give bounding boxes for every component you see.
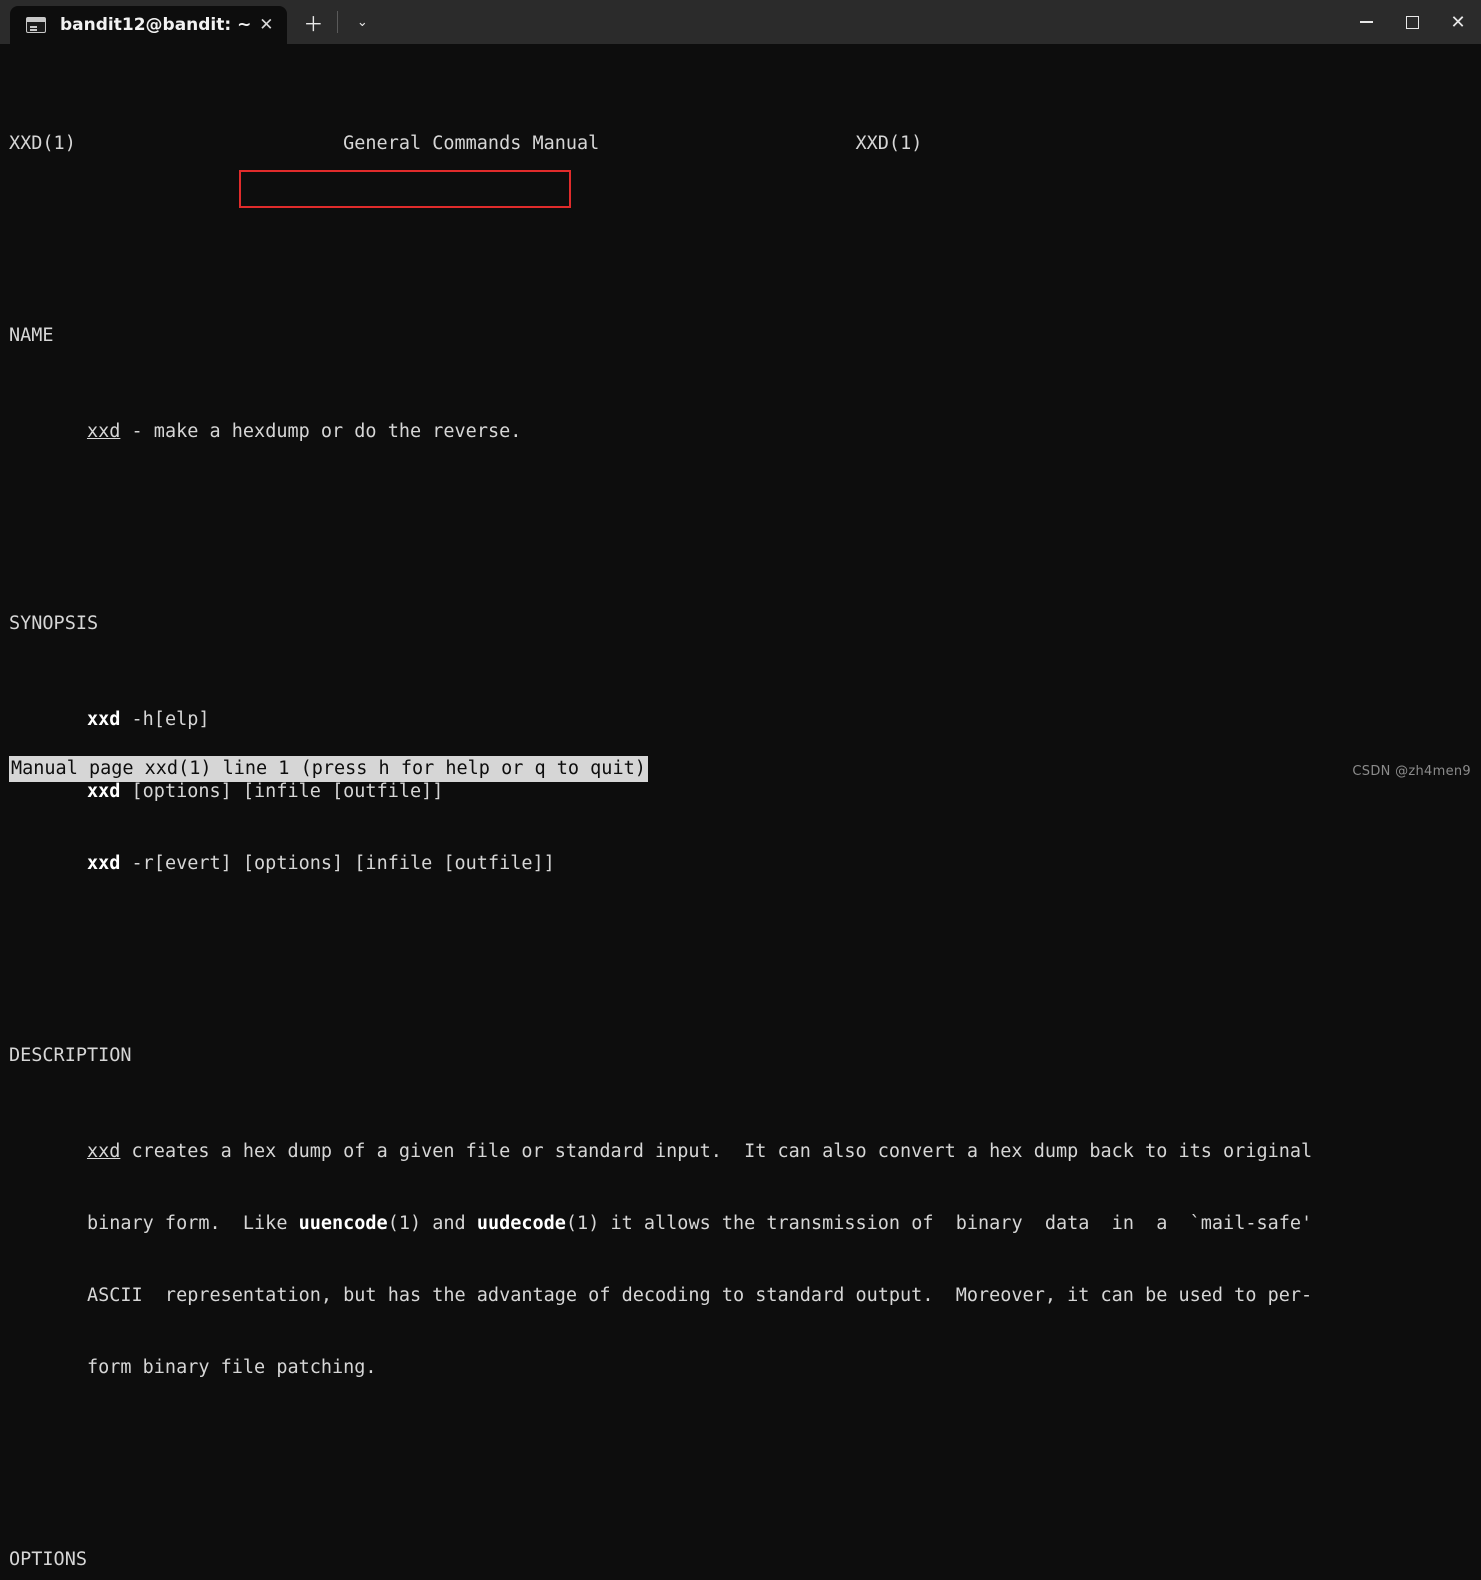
new-tab-icon[interactable]: ＋ xyxy=(295,4,331,40)
section-heading-description: DESCRIPTION xyxy=(9,1045,132,1066)
man-header-left: XXD(1) xyxy=(9,133,76,154)
section-heading-name: NAME xyxy=(9,325,54,346)
description-line: xxd creates a hex dump of a given file o… xyxy=(9,1140,1323,1164)
description-text: form binary file patching. xyxy=(86,1357,377,1378)
section-heading-options: OPTIONS xyxy=(9,1549,87,1570)
less-status-bar[interactable]: Manual page xxd(1) line 1 (press h for h… xyxy=(9,756,648,782)
name-entry-row: xxd - make a hexdump or do the reverse. xyxy=(9,420,1323,444)
synopsis-args: [options] [infile [outfile]] xyxy=(120,781,444,802)
chevron-down-icon[interactable]: ⌄ xyxy=(344,4,380,40)
synopsis-args: -h[elp] xyxy=(120,709,210,730)
name-command: xxd xyxy=(86,421,121,442)
tab-tools: ＋ ⌄ xyxy=(287,0,380,44)
man-header-spacer-1 xyxy=(76,133,343,154)
ref-uudecode: uudecode xyxy=(476,1213,566,1234)
blank-row xyxy=(9,948,1323,972)
description-line: form binary file patching. xyxy=(9,1356,1323,1380)
description-line: binary form. Like uuencode(1) and uudeco… xyxy=(9,1212,1323,1236)
synopsis-command: xxd xyxy=(86,853,121,874)
description-text: binary form. Like xyxy=(86,1213,299,1234)
toolbar-divider xyxy=(337,11,339,33)
ref-uuencode: uuencode xyxy=(298,1213,388,1234)
tab-title: bandit12@bandit: ~ xyxy=(60,15,252,35)
description-text: creates a hex dump of a given file or st… xyxy=(120,1141,1313,1162)
man-header-spacer-2 xyxy=(599,133,855,154)
synopsis-command: xxd xyxy=(86,781,121,802)
section-heading-synopsis: SYNOPSIS xyxy=(9,613,99,634)
synopsis-command: xxd xyxy=(86,709,121,730)
window-title-bar: bandit12@bandit: ~ ✕ ＋ ⌄ ✕ xyxy=(0,0,1481,44)
tab-strip: bandit12@bandit: ~ ✕ xyxy=(0,0,288,44)
name-description-highlighted: hexdump or do the reverse. xyxy=(231,421,522,442)
blank-row xyxy=(9,228,1323,252)
man-header-row: XXD(1) General Commands Manual XXD(1) xyxy=(9,132,1323,156)
minimize-button[interactable] xyxy=(1343,0,1389,44)
maximize-button[interactable] xyxy=(1389,0,1435,44)
man-header-right: XXD(1) xyxy=(855,133,923,154)
synopsis-args: -r[evert] [options] [infile [outfile]] xyxy=(120,853,555,874)
description-text: (1) it allows the transmission of binary… xyxy=(565,1213,1313,1234)
synopsis-line: xxd -r[evert] [options] [infile [outfile… xyxy=(9,852,1323,876)
name-dash: - make a xyxy=(120,421,232,442)
close-window-button[interactable]: ✕ xyxy=(1435,0,1481,44)
man-header-center: General Commands Manual xyxy=(343,133,600,154)
terminal-tab-active[interactable]: bandit12@bandit: ~ ✕ xyxy=(10,6,288,44)
close-tab-icon[interactable]: ✕ xyxy=(251,10,281,40)
synopsis-line: xxd -h[elp] xyxy=(9,708,1323,732)
man-page-content: XXD(1) General Commands Manual XXD(1) NA… xyxy=(9,60,1323,1580)
description-text: ASCII representation, but has the advant… xyxy=(86,1285,1313,1306)
blank-row xyxy=(9,1452,1323,1476)
terminal-viewport[interactable]: XXD(1) General Commands Manual XXD(1) NA… xyxy=(0,44,1481,1570)
description-text: (1) and xyxy=(387,1213,477,1234)
description-command: xxd xyxy=(86,1141,121,1162)
window-controls: ✕ xyxy=(1343,0,1481,44)
blank-row xyxy=(9,516,1323,540)
description-line: ASCII representation, but has the advant… xyxy=(9,1284,1323,1308)
synopsis-line: xxd [options] [infile [outfile]] xyxy=(9,780,1323,804)
terminal-icon xyxy=(26,17,46,33)
watermark-label: CSDN @zh4men9 xyxy=(1352,764,1471,779)
